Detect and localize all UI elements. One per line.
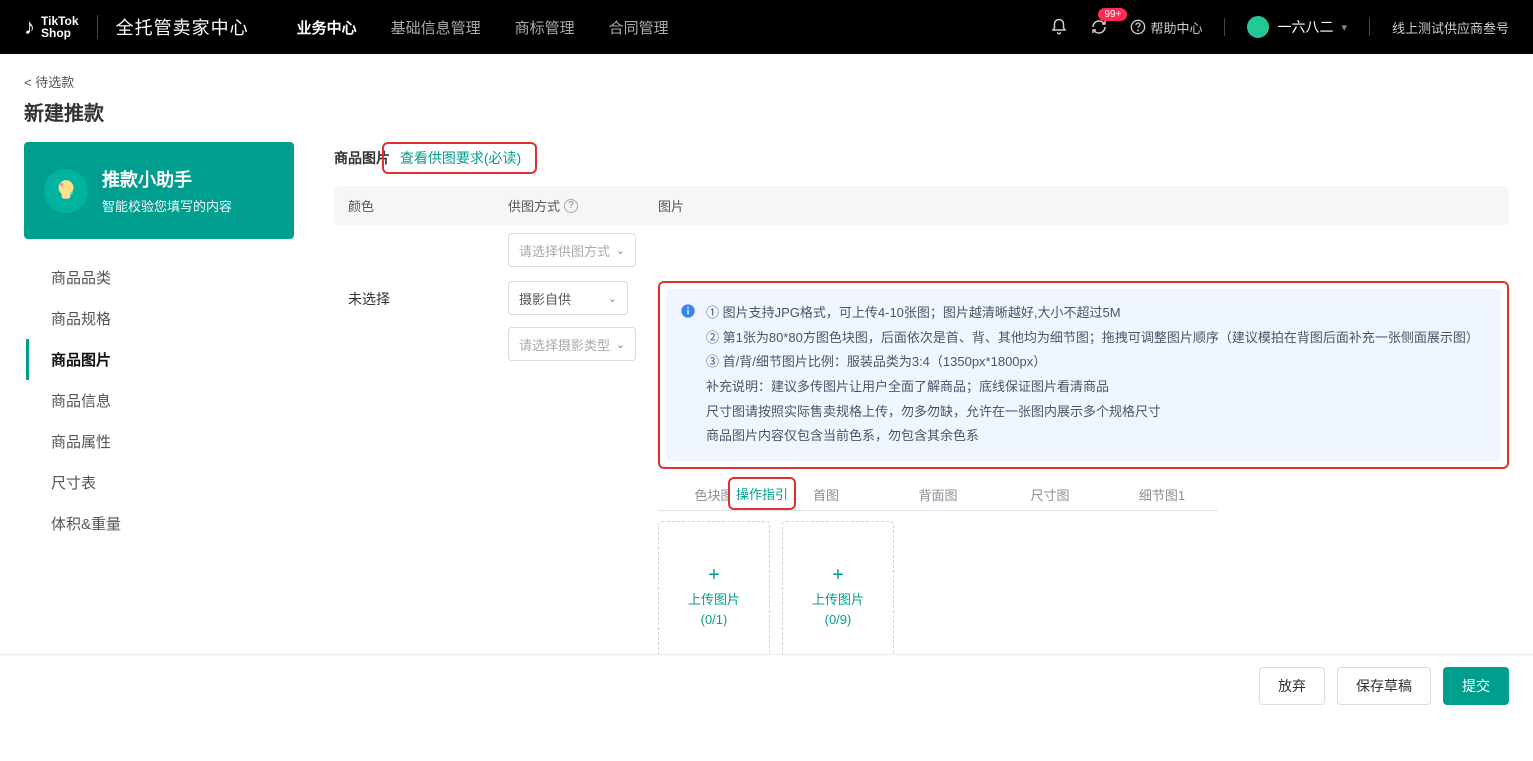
col-image: 图片 xyxy=(658,196,684,215)
sidebar-item-images[interactable]: 商品图片 xyxy=(26,339,294,380)
assistant-card[interactable]: 推款小助手 智能校验您填写的内容 xyxy=(24,142,294,239)
page-title: 新建推款 xyxy=(24,97,1509,126)
select-value: 摄影自供 xyxy=(519,289,571,308)
logo-text-bottom: Shop xyxy=(41,27,79,39)
info-line: ① 图片支持JPG格式，可上传4-10张图；图片越清晰越好,大小不超过5M xyxy=(706,301,1479,326)
user-name: 一六八二 xyxy=(1277,17,1333,37)
image-row: 未选择 摄影自供 ⌄ 请选择摄影类型 ⌄ xyxy=(334,267,1509,671)
select-placeholder: 请选择摄影类型 xyxy=(519,335,610,354)
topnav-basic-info[interactable]: 基础信息管理 xyxy=(391,11,481,44)
upload-box-color-block[interactable]: + 上传图片 (0/1) xyxy=(658,521,770,671)
info-lines: ① 图片支持JPG格式，可上传4-10张图；图片越清晰越好,大小不超过5M ② … xyxy=(706,301,1479,449)
col-supply-mode: 供图方式 ? xyxy=(508,196,658,215)
sidebar-item-info[interactable]: 商品信息 xyxy=(26,380,294,421)
sidebar: 推款小助手 智能校验您填写的内容 商品品类 商品规格 商品图片 商品信息 商品属… xyxy=(24,142,294,544)
upload-box-main[interactable]: + 上传图片 (0/9) xyxy=(782,521,894,671)
side-nav: 商品品类 商品规格 商品图片 商品信息 商品属性 尺寸表 体积&重量 xyxy=(24,257,294,544)
main-content: 商品图片 查看供图要求(必读) 颜色 供图方式 ? 图片 请选择供图方式 xyxy=(334,142,1509,671)
breadcrumb-back[interactable]: < 待选款 xyxy=(24,72,1509,91)
highlight-box-link: 查看供图要求(必读) xyxy=(382,142,537,174)
lightbulb-icon xyxy=(44,169,88,213)
topnav-trademark[interactable]: 商标管理 xyxy=(515,11,575,44)
image-tabs: 色块图 首图 背面图 尺寸图 细节图1 操作指引 xyxy=(658,479,1509,511)
upload-label: 上传图片 xyxy=(812,589,864,608)
divider xyxy=(97,15,98,39)
sidebar-item-volume[interactable]: 体积&重量 xyxy=(26,503,294,544)
upload-count: (0/9) xyxy=(825,612,852,627)
info-line: ② 第1张为80*80方图色块图，后面依次是首、背、其他均为细节图；拖拽可调整图… xyxy=(706,326,1479,351)
save-draft-button[interactable]: 保存草稿 xyxy=(1337,667,1431,705)
notification-badge: 99+ xyxy=(1098,8,1127,21)
top-header: ♪ TikTok Shop 全托管卖家中心 业务中心 基础信息管理 商标管理 合… xyxy=(0,0,1533,54)
topnav-business[interactable]: 业务中心 xyxy=(297,11,357,44)
view-requirements-link[interactable]: 查看供图要求(必读) xyxy=(400,150,521,166)
highlight-box-info: ① 图片支持JPG格式，可上传4-10张图；图片越清晰越好,大小不超过5M ② … xyxy=(658,281,1509,469)
col-color: 颜色 xyxy=(348,196,508,215)
info-line: 补充说明：建议多传图片让用户全面了解商品；底线保证图片看清商品 xyxy=(706,375,1479,400)
discard-button[interactable]: 放弃 xyxy=(1259,667,1325,705)
sidebar-item-size[interactable]: 尺寸表 xyxy=(26,462,294,503)
top-nav: 业务中心 基础信息管理 商标管理 合同管理 xyxy=(297,11,669,44)
assistant-title: 推款小助手 xyxy=(102,166,232,192)
divider xyxy=(1369,18,1370,36)
submit-button[interactable]: 提交 xyxy=(1443,667,1509,705)
sidebar-item-attr[interactable]: 商品属性 xyxy=(26,421,294,462)
assistant-subtitle: 智能校验您填写的内容 xyxy=(102,196,232,215)
col-supply-text: 供图方式 xyxy=(508,196,560,215)
tab-detail-image-1[interactable]: 细节图1 xyxy=(1106,479,1218,511)
music-note-icon: ♪ xyxy=(24,14,35,40)
select-supply-mode-header[interactable]: 请选择供图方式 ⌄ xyxy=(508,233,636,267)
refresh-icon[interactable]: 99+ xyxy=(1090,18,1108,36)
help-icon xyxy=(1130,19,1146,35)
info-line: ③ 首/背/细节图片比例：服装品类为3:4（1350px*1800px） xyxy=(706,350,1479,375)
info-line: 商品图片内容仅包含当前色系，勿包含其余色系 xyxy=(706,424,1479,449)
help-text: 帮助中心 xyxy=(1150,18,1202,37)
info-box: ① 图片支持JPG格式，可上传4-10张图；图片越清晰越好,大小不超过5M ② … xyxy=(666,289,1501,461)
chevron-down-icon: ▾ xyxy=(1341,21,1347,34)
row-color-label: 未选择 xyxy=(348,281,508,309)
user-menu[interactable]: 一六八二 ▾ xyxy=(1247,16,1347,38)
select-shoot-self[interactable]: 摄影自供 ⌄ xyxy=(508,281,628,315)
upload-row: + 上传图片 (0/1) + 上传图片 (0/9) xyxy=(658,521,1509,671)
help-icon[interactable]: ? xyxy=(564,199,578,213)
chevron-down-icon: ⌄ xyxy=(616,244,625,257)
operation-guide-button[interactable]: 操作指引 xyxy=(728,477,796,510)
chevron-down-icon: ⌄ xyxy=(608,292,617,305)
plus-icon: + xyxy=(708,565,720,585)
brand-title: 全托管卖家中心 xyxy=(116,14,249,40)
sidebar-item-spec[interactable]: 商品规格 xyxy=(26,298,294,339)
tiktok-shop-logo[interactable]: ♪ TikTok Shop xyxy=(24,14,79,40)
upload-label: 上传图片 xyxy=(688,589,740,608)
footer-bar: 放弃 保存草稿 提交 xyxy=(0,654,1533,717)
section-head: 商品图片 查看供图要求(必读) xyxy=(334,142,1509,174)
divider xyxy=(1224,18,1225,36)
column-header-row: 颜色 供图方式 ? 图片 xyxy=(334,186,1509,225)
info-icon xyxy=(680,303,696,319)
help-link[interactable]: 帮助中心 xyxy=(1130,18,1202,37)
tab-size-image[interactable]: 尺寸图 xyxy=(994,479,1106,511)
select-shoot-type[interactable]: 请选择摄影类型 ⌄ xyxy=(508,327,636,361)
bell-icon[interactable] xyxy=(1050,18,1068,36)
select-placeholder: 请选择供图方式 xyxy=(519,241,610,260)
sidebar-item-category[interactable]: 商品品类 xyxy=(26,257,294,298)
topnav-contract[interactable]: 合同管理 xyxy=(609,11,669,44)
chevron-down-icon: ⌄ xyxy=(616,338,625,351)
supplier-label: 线上测试供应商叁号 xyxy=(1392,18,1509,37)
info-line: 尺寸图请按照实际售卖规格上传，勿多勿缺，允许在一张图内展示多个规格尺寸 xyxy=(706,400,1479,425)
tab-back-image[interactable]: 背面图 xyxy=(882,479,994,511)
plus-icon: + xyxy=(832,565,844,585)
avatar xyxy=(1247,16,1269,38)
upload-count: (0/1) xyxy=(701,612,728,627)
